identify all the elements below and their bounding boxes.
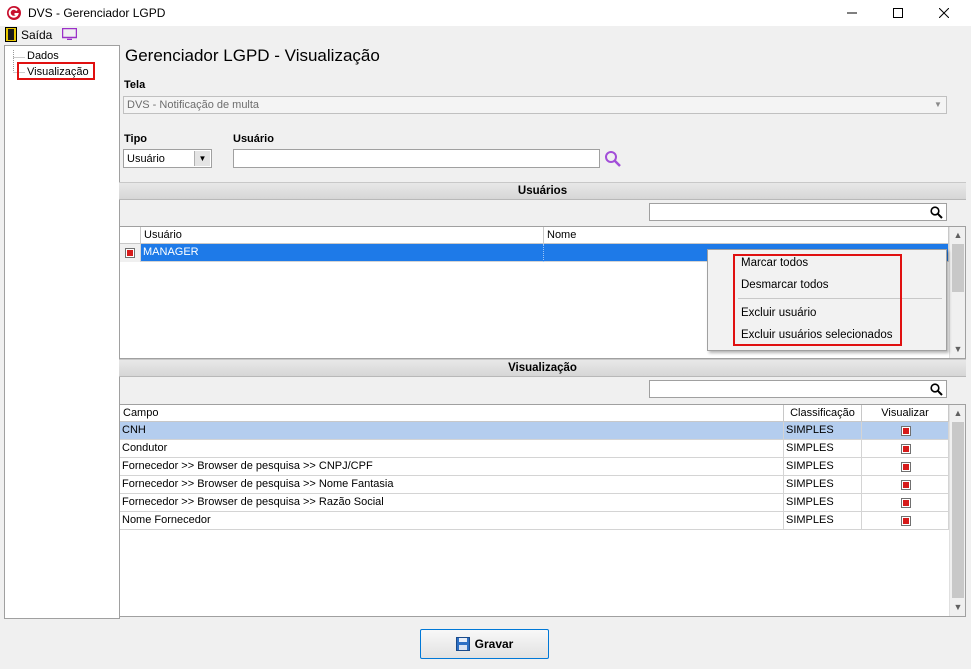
visualizar-checkbox[interactable] [901,444,911,454]
visual-search-input[interactable] [649,380,947,398]
users-search-input[interactable] [649,203,947,221]
maximize-icon [893,8,903,18]
cell-classificacao: SIMPLES [784,458,862,476]
cell-campo: CNH [120,422,784,440]
search-icon[interactable] [930,206,943,219]
cell-campo: Fornecedor >> Browser de pesquisa >> Nom… [120,476,784,494]
users-section-header: Usuários [119,182,966,200]
users-header-usuario[interactable]: Usuário [141,227,544,244]
users-header-check [120,227,141,244]
visual-grid: Campo Classificação Visualizar CNH SIMPL… [119,404,966,617]
search-icon[interactable] [930,383,943,396]
table-row[interactable]: Fornecedor >> Browser de pesquisa >> Nom… [120,476,949,494]
table-row[interactable]: Condutor SIMPLES [120,440,949,458]
visualizar-checkbox[interactable] [901,516,911,526]
floppy-disk-icon [455,637,470,651]
scroll-thumb[interactable] [952,422,964,598]
app-logo-icon [7,6,21,20]
visualizar-checkbox[interactable] [901,462,911,472]
cell-visualizar[interactable] [862,440,949,458]
scroll-up-icon[interactable]: ▲ [950,227,965,243]
visual-scrollbar[interactable]: ▲ ▼ [949,405,965,616]
table-row[interactable]: Fornecedor >> Browser de pesquisa >> Raz… [120,494,949,512]
usuario-input[interactable] [233,149,600,168]
menu-highlight-box [733,254,902,346]
visual-header-campo[interactable]: Campo [120,405,784,422]
cell-visualizar[interactable] [862,494,949,512]
chevron-down-icon[interactable]: ▼ [194,151,210,166]
visualizar-checkbox[interactable] [901,498,911,508]
search-icon[interactable] [604,150,622,168]
close-button[interactable] [921,0,967,26]
window-title: DVS - Gerenciador LGPD [28,6,166,20]
visualizar-checkbox[interactable] [901,480,911,490]
tela-select[interactable]: DVS - Notificação de multa ▼ [123,96,947,114]
visual-header-visualizar[interactable]: Visualizar [862,405,949,422]
tela-label: Tela [124,79,146,91]
visual-header-classificacao[interactable]: Classificação [784,405,862,422]
minimize-icon [847,12,857,14]
row-check-cell[interactable] [120,244,141,262]
table-row[interactable]: CNH SIMPLES [120,422,949,440]
tipo-select[interactable]: Usuário ▼ [123,149,212,168]
scroll-thumb[interactable] [952,244,964,292]
usuario-label: Usuário [233,133,274,145]
cell-classificacao: SIMPLES [784,422,862,440]
cell-campo: Nome Fornecedor [120,512,784,530]
scroll-down-icon[interactable]: ▼ [950,341,965,357]
save-button-label: Gravar [474,637,514,651]
users-scrollbar[interactable]: ▲ ▼ [949,227,965,358]
cell-visualizar[interactable] [862,512,949,530]
chevron-down-icon[interactable]: ▼ [930,97,946,113]
table-row[interactable]: Fornecedor >> Browser de pesquisa >> CNP… [120,458,949,476]
tree-item-dados[interactable]: Dados [27,50,59,62]
monitor-icon[interactable] [62,28,77,40]
context-menu: Marcar todos Desmarcar todos Excluir usu… [707,249,947,351]
cell-classificacao: SIMPLES [784,476,862,494]
maximize-button[interactable] [875,0,921,26]
cell-classificacao: SIMPLES [784,494,862,512]
minimize-button[interactable] [829,0,875,26]
tela-select-value: DVS - Notificação de multa [127,99,260,111]
exit-menu-item[interactable]: Saída [21,28,52,42]
visualizar-checkbox[interactable] [901,426,911,436]
cell-campo: Fornecedor >> Browser de pesquisa >> CNP… [120,458,784,476]
tipo-select-value: Usuário [127,153,165,165]
scroll-down-icon[interactable]: ▼ [950,599,965,615]
exit-door-icon [5,27,17,42]
table-row[interactable]: Nome Fornecedor SIMPLES [120,512,949,530]
page-title: Gerenciador LGPD - Visualização [125,46,380,65]
cell-campo: Condutor [120,440,784,458]
users-header-nome[interactable]: Nome [544,227,949,244]
save-button[interactable]: Gravar [420,629,549,659]
visual-section-header: Visualização [119,359,966,377]
cell-classificacao: SIMPLES [784,440,862,458]
navigation-tree: Dados Visualização [4,45,120,619]
tipo-label: Tipo [124,133,148,145]
cell-usuario: MANAGER [141,244,544,262]
cell-classificacao: SIMPLES [784,512,862,530]
cell-visualizar[interactable] [862,422,949,440]
tree-item-visualizacao[interactable]: Visualização [27,66,89,78]
scroll-up-icon[interactable]: ▲ [950,405,965,421]
close-icon [939,8,949,18]
title-bar[interactable]: DVS - Gerenciador LGPD [0,0,971,26]
cell-visualizar[interactable] [862,476,949,494]
cell-visualizar[interactable] [862,458,949,476]
menu-bar: Saída [0,26,971,44]
cell-campo: Fornecedor >> Browser de pesquisa >> Raz… [120,494,784,512]
row-checkbox[interactable] [125,248,135,258]
